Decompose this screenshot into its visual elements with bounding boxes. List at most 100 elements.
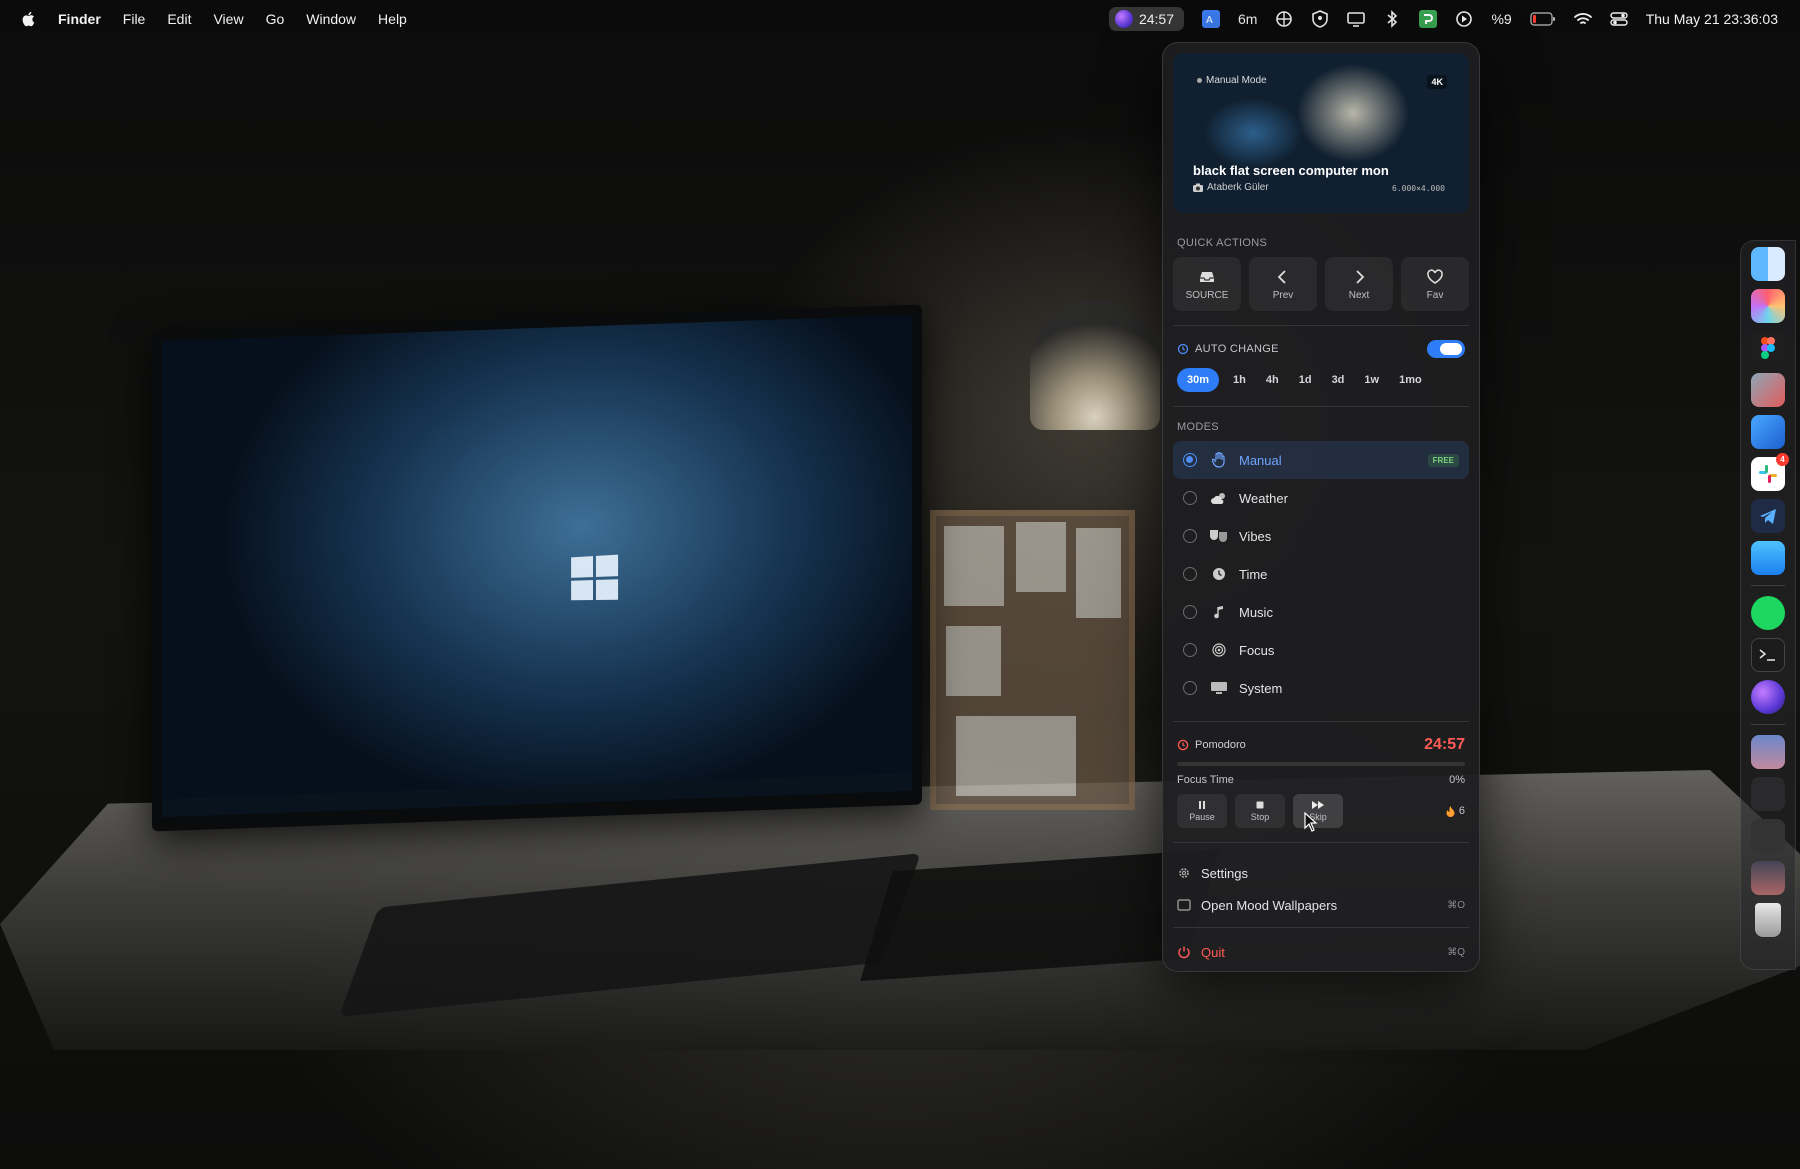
translate-icon[interactable]: A xyxy=(1202,10,1220,28)
green-app-icon[interactable] xyxy=(1419,10,1438,28)
desktop-wallpaper xyxy=(0,0,1800,1169)
wallpaper-preview[interactable]: Manual Mode 4K black flat screen compute… xyxy=(1173,53,1469,213)
interval-chip-1h[interactable]: 1h xyxy=(1227,368,1252,392)
recent-window-icon[interactable] xyxy=(1751,861,1785,895)
chevron-right-icon xyxy=(1356,269,1365,284)
mode-focus[interactable]: Focus xyxy=(1173,631,1469,669)
pause-button[interactable]: Pause xyxy=(1177,794,1227,828)
preview-mode-tag: Manual Mode xyxy=(1197,75,1267,86)
divider xyxy=(1173,406,1469,407)
hand-icon xyxy=(1209,452,1229,468)
interval-chip-1d[interactable]: 1d xyxy=(1293,368,1318,392)
divider xyxy=(1173,842,1469,843)
auto-change-toggle[interactable] xyxy=(1427,340,1465,358)
xcode-icon[interactable] xyxy=(1751,415,1785,449)
radio xyxy=(1183,491,1197,505)
wifi-icon[interactable] xyxy=(1573,10,1592,28)
wallpaper-folder-icon[interactable] xyxy=(1751,735,1785,769)
trash-icon[interactable] xyxy=(1755,903,1781,937)
menu-window[interactable]: Window xyxy=(306,11,356,27)
menu-edit[interactable]: Edit xyxy=(167,11,191,27)
menu-go[interactable]: Go xyxy=(266,11,285,27)
mood-wallpapers-status-item[interactable]: 24:57 xyxy=(1108,7,1184,31)
quit-menu-item[interactable]: Quit ⌘Q xyxy=(1173,936,1469,968)
mode-weather[interactable]: Weather xyxy=(1173,479,1469,517)
wallpaper-title: black flat screen computer mon xyxy=(1193,163,1389,178)
menu-help[interactable]: Help xyxy=(378,11,407,27)
status-duration[interactable]: 6m xyxy=(1238,11,1257,27)
shield-icon[interactable] xyxy=(1311,10,1329,28)
interval-chip-4h[interactable]: 4h xyxy=(1260,368,1285,392)
camera-icon xyxy=(1193,183,1203,192)
settings-menu-item[interactable]: Settings xyxy=(1173,857,1469,889)
prev-button[interactable]: Prev xyxy=(1249,257,1317,311)
figma-icon[interactable] xyxy=(1751,331,1785,365)
radio xyxy=(1183,681,1197,695)
mode-time[interactable]: Time xyxy=(1173,555,1469,593)
slack-icon[interactable]: 4 xyxy=(1751,453,1789,491)
globe-grid-icon[interactable] xyxy=(1275,10,1293,28)
interval-chip-1mo[interactable]: 1mo xyxy=(1393,368,1428,392)
mode-music[interactable]: Music xyxy=(1173,593,1469,631)
stop-button[interactable]: Stop xyxy=(1235,794,1285,828)
divider xyxy=(1173,325,1469,326)
open-app-menu-item[interactable]: Open Mood Wallpapers ⌘O xyxy=(1173,889,1469,921)
music-note-icon xyxy=(1209,604,1229,620)
streak-counter: 6 xyxy=(1446,805,1465,817)
mouse-cursor-icon xyxy=(1304,812,1318,832)
next-button[interactable]: Next xyxy=(1325,257,1393,311)
stop-icon xyxy=(1256,801,1264,809)
pomodoro-controls: Pause Stop Skip 6 xyxy=(1173,794,1469,828)
chevron-left-icon xyxy=(1277,269,1286,284)
svg-text:A: A xyxy=(1206,15,1213,26)
capture-app-icon[interactable] xyxy=(1751,373,1785,407)
spotify-icon[interactable] xyxy=(1751,596,1785,630)
wallpaper-dimensions: 6.000×4.000 xyxy=(1392,184,1445,193)
display-icon[interactable] xyxy=(1347,10,1366,28)
wallpaper-monitor xyxy=(152,304,922,832)
history-icon xyxy=(1177,343,1189,355)
mood-wallpapers-icon[interactable] xyxy=(1751,680,1785,714)
bluetooth-icon[interactable] xyxy=(1383,10,1401,28)
heart-icon xyxy=(1427,268,1443,284)
pause-icon xyxy=(1199,801,1205,809)
apple-icon[interactable] xyxy=(20,10,38,28)
menu-app-name[interactable]: Finder xyxy=(58,11,101,27)
skip-button[interactable]: Skip xyxy=(1293,794,1343,828)
fav-button[interactable]: Fav xyxy=(1401,257,1469,311)
battery-icon[interactable] xyxy=(1530,12,1556,26)
focus-progress-text: 0% xyxy=(1449,774,1465,786)
fast-forward-icon xyxy=(1312,801,1324,809)
mode-manual[interactable]: Manual FREE xyxy=(1173,441,1469,479)
finder-icon[interactable] xyxy=(1751,247,1785,281)
radio xyxy=(1183,605,1197,619)
source-button[interactable]: SOURCE xyxy=(1173,257,1241,311)
raycast-icon[interactable] xyxy=(1751,289,1785,323)
focus-label: Focus Time xyxy=(1177,774,1234,786)
menu-view[interactable]: View xyxy=(213,11,243,27)
author-name[interactable]: Ataberk Güler xyxy=(1207,182,1269,193)
control-center-icon[interactable] xyxy=(1609,10,1628,28)
clock-icon xyxy=(1209,566,1229,582)
clock-datetime[interactable]: Thu May 21 23:36:03 xyxy=(1646,11,1778,27)
status-area: 24:57 A 6m %9 Thu May 21 23:36:03 xyxy=(1108,0,1778,38)
interval-chip-1w[interactable]: 1w xyxy=(1358,368,1385,392)
quick-actions-label: QUICK ACTIONS xyxy=(1177,237,1268,249)
pomodoro-title: Pomodoro xyxy=(1195,739,1246,751)
recent-window-icon[interactable] xyxy=(1751,819,1785,853)
menu-file[interactable]: File xyxy=(123,11,146,27)
terminal-icon[interactable] xyxy=(1751,638,1785,672)
app-store-icon[interactable] xyxy=(1751,541,1785,575)
dock: 4 xyxy=(1740,240,1796,970)
mode-system[interactable]: System xyxy=(1173,669,1469,707)
mode-vibes[interactable]: Vibes xyxy=(1173,517,1469,555)
telegram-icon[interactable] xyxy=(1751,499,1785,533)
radio xyxy=(1183,529,1197,543)
recent-window-icon[interactable] xyxy=(1751,777,1785,811)
interval-chip-3d[interactable]: 3d xyxy=(1326,368,1351,392)
dock-separator xyxy=(1751,724,1785,725)
interval-chip-30m[interactable]: 30m xyxy=(1177,368,1220,392)
status-timer: 24:57 xyxy=(1138,11,1174,27)
radio-selected xyxy=(1183,453,1197,467)
play-circle-icon[interactable] xyxy=(1455,10,1473,28)
